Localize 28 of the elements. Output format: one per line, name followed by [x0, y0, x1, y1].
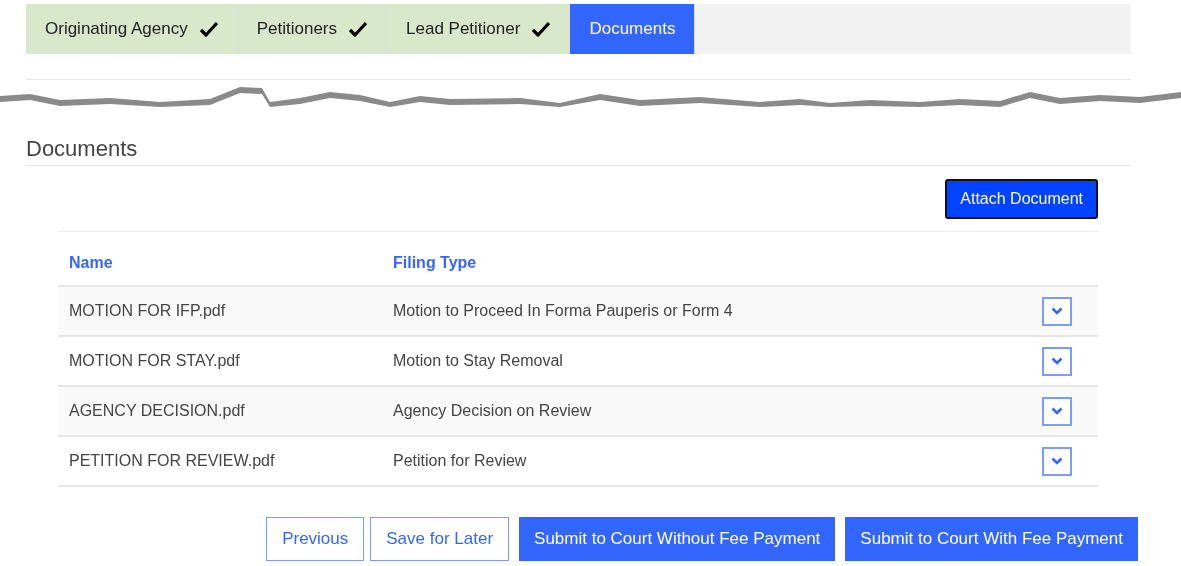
action-button[interactable]: Save for Later	[370, 517, 510, 561]
chevron-down-icon	[1051, 357, 1063, 365]
wizard-step[interactable]: Documents	[570, 4, 696, 54]
action-button[interactable]: Submit to Court With Fee Payment	[845, 517, 1138, 561]
section-title: Documents	[26, 135, 139, 163]
expand-button[interactable]	[1042, 446, 1072, 476]
table-cell-text: AGENCY DECISION.pdf	[68, 401, 246, 421]
wizard-step[interactable]: Lead Petitioner	[387, 4, 571, 54]
action-button[interactable]: Submit to Court Without Fee Payment	[519, 517, 836, 561]
wizard-step[interactable]: Petitioners	[237, 4, 388, 54]
table-cell-text: PETITION FOR REVIEW.pdf	[68, 451, 276, 471]
action-button[interactable]: Previous	[266, 517, 365, 561]
wizard-step[interactable]: Originating Agency	[26, 4, 238, 54]
chevron-down-icon	[1051, 457, 1063, 465]
table-cell-text: Motion to Proceed In Forma Pauperis or Form 4	[392, 301, 734, 321]
table-cell-text: MOTION FOR STAY.pdf	[68, 351, 241, 371]
chevron-down-icon	[1051, 407, 1063, 415]
expand-button[interactable]	[1042, 346, 1072, 376]
table-cell-text: Agency Decision on Review	[392, 401, 593, 421]
table-cell-text: MOTION FOR IFP.pdf	[68, 301, 227, 321]
column-header: Filing Type	[392, 253, 477, 273]
table-cell-text: Motion to Stay Removal	[392, 351, 564, 371]
chevron-down-icon	[1051, 307, 1063, 315]
attach-document-button[interactable]: Attach Document	[945, 179, 1098, 219]
table-cell-text: Petition for Review	[392, 451, 528, 471]
expand-button[interactable]	[1042, 396, 1072, 426]
expand-button[interactable]	[1042, 296, 1072, 326]
column-header: Name	[68, 253, 114, 273]
